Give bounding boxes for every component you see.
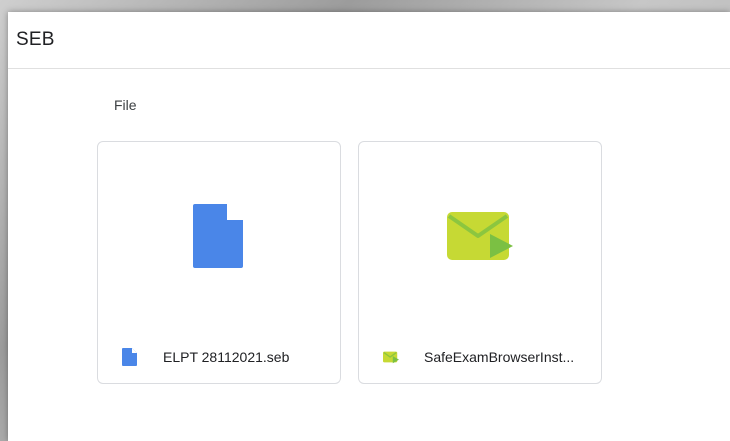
file-name: SafeExamBrowserInst... <box>424 349 575 365</box>
file-card[interactable]: SafeExamBrowserInst... <box>358 141 602 384</box>
section-label-file: File <box>114 97 137 113</box>
app-title: SEB <box>16 29 55 50</box>
file-card-footer: ELPT 28112021.seb <box>98 340 340 376</box>
envelope-play-icon <box>383 351 399 364</box>
document-icon <box>122 348 137 366</box>
file-preview <box>359 142 601 330</box>
file-card-footer: SafeExamBrowserInst... <box>359 340 601 376</box>
title-bar: SEB <box>8 12 730 69</box>
app-window: SEB File ELPT 28112021.seb SafeExamBrows… <box>8 12 730 441</box>
document-icon <box>193 203 244 268</box>
file-name: ELPT 28112021.seb <box>163 349 290 365</box>
file-card[interactable]: ELPT 28112021.seb <box>97 141 341 384</box>
file-preview <box>98 142 340 330</box>
envelope-play-icon <box>447 212 513 260</box>
